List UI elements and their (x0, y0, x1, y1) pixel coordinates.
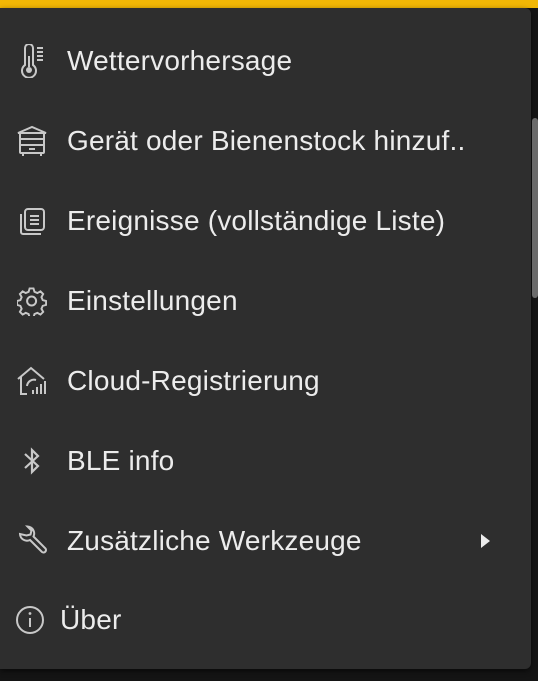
menu-item-ble-info[interactable]: BLE info (0, 421, 531, 501)
menu-item-label: BLE info (67, 445, 175, 476)
menu-item-add-device-or-hive[interactable]: Gerät oder Bienenstock hinzuf.. (0, 101, 531, 181)
menu-item-weather-forecast[interactable]: Wettervorhersage (0, 21, 531, 101)
menu-item-label: Zusätzliche Werkzeuge (67, 525, 362, 556)
menu-item-cloud-registration[interactable]: Cloud-Registrierung (0, 341, 531, 421)
info-icon (12, 602, 48, 638)
menu-item-settings[interactable]: Einstellungen (0, 261, 531, 341)
menu-item-label: Über (60, 604, 122, 635)
gear-icon (14, 283, 50, 319)
thermometer-icon (14, 43, 50, 79)
menu-item-label: Ereignisse (vollständige Liste) (67, 205, 446, 236)
home-signal-icon (14, 363, 50, 399)
overflow-menu: Wettervorhersage Gerät oder Bienenstock … (0, 8, 531, 669)
menu-item-label: Einstellungen (67, 285, 238, 316)
app-toolbar-strip (0, 0, 538, 8)
submenu-arrow-icon (481, 534, 490, 548)
menu-item-label: Gerät oder Bienenstock hinzuf.. (67, 125, 466, 156)
menu-item-about[interactable]: Über (0, 580, 531, 660)
bluetooth-icon (14, 443, 50, 479)
beehive-icon (14, 123, 50, 159)
menu-item-events-list[interactable]: Ereignisse (vollständige Liste) (0, 181, 531, 261)
event-list-icon (14, 203, 50, 239)
menu-item-label: Cloud-Registrierung (67, 365, 320, 396)
scrollbar[interactable] (532, 118, 538, 298)
menu-item-additional-tools[interactable]: Zusätzliche Werkzeuge (0, 501, 531, 581)
menu-item-label: Wettervorhersage (67, 45, 293, 76)
wrench-icon (14, 523, 50, 559)
